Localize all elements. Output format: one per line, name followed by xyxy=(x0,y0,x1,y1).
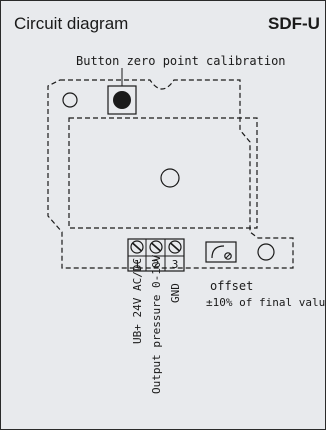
screw-icon xyxy=(168,240,182,254)
terminal-number: 3 xyxy=(172,258,179,271)
circuit-drawing: 1 2 3 UB+ 24V AC/DC Output pressure 0-10… xyxy=(47,68,326,394)
terminal-label: Output pressure 0-10V xyxy=(150,255,163,394)
board-outline xyxy=(47,79,294,269)
mounting-hole-top-left xyxy=(62,92,78,108)
screw-icon xyxy=(130,240,144,254)
offset-trimmer-housing xyxy=(205,241,237,263)
screw-icon xyxy=(149,240,163,254)
offset-label: offset xyxy=(210,279,253,293)
terminal-label: GND xyxy=(169,283,182,303)
calibration-button xyxy=(113,91,131,109)
mounting-hole-bottom-right xyxy=(257,243,275,261)
mounting-hole-center xyxy=(160,168,180,188)
terminal-label: UB+ 24V AC/DC xyxy=(131,258,144,344)
offset-range-label: ±10% of final value xyxy=(206,296,326,309)
trimmer-icon xyxy=(211,245,232,260)
